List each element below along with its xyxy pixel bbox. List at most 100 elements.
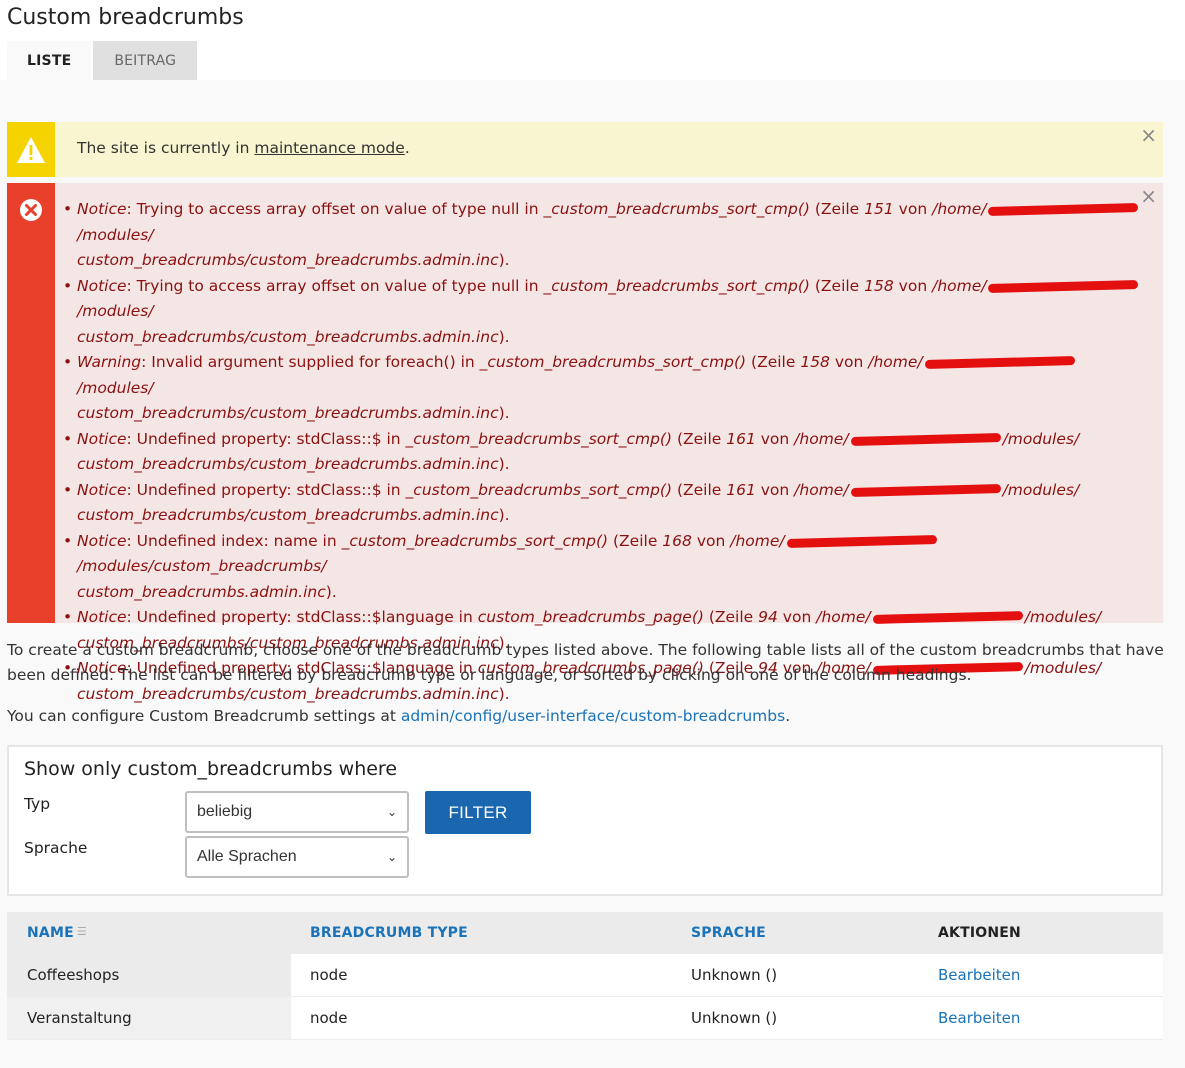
maintenance-warning: The site is currently in maintenance mod… <box>7 122 1163 177</box>
warning-icon <box>17 136 45 163</box>
error-path-mid: /modules/ <box>77 378 154 397</box>
error-path-start: /home/ <box>794 480 849 499</box>
error-path-end: custom_breadcrumbs/custom_breadcrumbs.ad… <box>77 455 499 473</box>
error-item: Notice: Trying to access array offset on… <box>63 274 1152 351</box>
sprache-select-value: Alle Sprachen <box>197 848 297 865</box>
typ-select-value: beliebig <box>197 803 253 820</box>
error-path-end: custom_breadcrumbs/custom_breadcrumbs.ad… <box>77 251 499 269</box>
redacted-path <box>924 356 1075 369</box>
error-path-start: /home/ <box>794 429 849 448</box>
cell-sprache: Unknown () <box>691 966 778 984</box>
chevron-down-icon: ⌄ <box>386 805 397 819</box>
error-item: Warning: Invalid argument supplied for f… <box>63 350 1152 427</box>
column-header-name[interactable]: Name ☰ <box>27 925 87 941</box>
redacted-path <box>872 611 1023 624</box>
error-path-start: /home/ <box>816 608 871 626</box>
warning-prefix: The site is currently in <box>77 139 255 157</box>
error-function: custom_breadcrumbs_page() <box>477 608 704 626</box>
error-messages: Notice: Trying to access array offset on… <box>7 183 1163 703</box>
error-path-mid: /modules/ <box>1002 429 1080 448</box>
typ-select[interactable]: beliebig ⌄ <box>185 791 409 833</box>
column-header-breadcrumb-type[interactable]: Breadcrumb type <box>310 925 468 941</box>
error-zeile: (Zeile <box>672 429 727 448</box>
error-message: : Trying to access array offset on value… <box>126 200 544 218</box>
bearbeiten-link[interactable]: Bearbeiten <box>938 966 1020 984</box>
error-item: Notice: Undefined property: stdClass::$ … <box>63 427 1152 478</box>
cell-type: node <box>310 1009 348 1027</box>
error-zeile: (Zeile <box>703 608 759 626</box>
warning-icon-bar <box>7 122 55 177</box>
maintenance-mode-link[interactable]: maintenance mode <box>254 139 404 157</box>
column-header-sprache[interactable]: Sprache <box>691 925 766 941</box>
error-line: 158 <box>864 276 894 295</box>
close-icon[interactable]: × <box>1140 186 1157 206</box>
table-header: Name ☰ Breadcrumb type Sprache Aktionen <box>7 912 1163 954</box>
error-path-start: /home/ <box>730 531 785 550</box>
config-prefix: You can configure Custom Breadcrumb sett… <box>7 707 401 725</box>
error-message: : Undefined property: stdClass::$ in <box>126 480 406 499</box>
error-zeile: (Zeile <box>672 480 727 499</box>
redacted-path <box>988 279 1139 293</box>
bearbeiten-link[interactable]: Bearbeiten <box>938 1009 1020 1027</box>
error-path-end: custom_breadcrumbs/custom_breadcrumbs.ad… <box>77 506 499 524</box>
filter-button[interactable]: Filter <box>425 791 531 834</box>
primary-tabs: Liste Beitrag <box>7 41 198 80</box>
error-line: 94 <box>758 608 778 626</box>
error-zeile: (Zeile <box>809 276 865 295</box>
error-function: _custom_breadcrumbs_sort_cmp() <box>543 200 810 218</box>
config-link[interactable]: admin/config/user-interface/custom-bread… <box>401 707 785 725</box>
error-von: von <box>755 480 795 499</box>
error-end: ). <box>498 251 510 269</box>
error-end: ). <box>498 404 510 422</box>
error-type: Warning <box>77 353 142 371</box>
error-type: Notice <box>77 531 127 550</box>
redacted-path <box>786 534 937 548</box>
page-title: Custom breadcrumbs <box>7 5 244 30</box>
close-icon[interactable]: × <box>1140 125 1157 145</box>
error-path-end: custom_breadcrumbs/custom_breadcrumbs.ad… <box>77 404 499 422</box>
redacted-path <box>850 483 1001 497</box>
error-message: : Trying to access array offset on value… <box>126 276 544 295</box>
error-type: Notice <box>77 276 127 295</box>
error-function: _custom_breadcrumbs_sort_cmp() <box>405 480 673 499</box>
table-body: Coffeeshops node Unknown () Bearbeiten Veran… <box>7 954 1163 1040</box>
error-function: _custom_breadcrumbs_sort_cmp() <box>479 353 747 371</box>
redacted-path <box>988 203 1139 216</box>
error-function: _custom_breadcrumbs_sort_cmp() <box>543 276 810 295</box>
error-line: 158 <box>800 353 830 371</box>
error-zeile: (Zeile <box>746 353 801 371</box>
error-type: Notice <box>77 429 127 448</box>
typ-label: Typ <box>24 795 51 813</box>
cell-sprache: Unknown () <box>691 1009 778 1027</box>
error-von: von <box>893 276 933 295</box>
column-header-aktionen: Aktionen <box>938 925 1021 941</box>
error-path-mid: /modules/ <box>77 302 154 320</box>
error-path-mid: /modules/custom_breadcrumbs/ <box>77 557 327 575</box>
filter-form: Show only custom_breadcrumbs where Typ b… <box>7 745 1163 896</box>
error-von: von <box>777 608 817 626</box>
error-line: 161 <box>726 480 756 499</box>
error-type: Notice <box>77 608 127 626</box>
sprache-select[interactable]: Alle Sprachen ⌄ <box>185 836 409 878</box>
error-path-start: /home/ <box>868 353 923 371</box>
error-line: 168 <box>662 531 692 550</box>
error-von: von <box>691 531 731 550</box>
error-message: : Undefined index: name in <box>126 531 342 550</box>
error-icon-bar <box>7 183 55 623</box>
warning-text: The site is currently in maintenance mod… <box>77 139 410 157</box>
tab-beitrag[interactable]: Beitrag <box>93 41 198 80</box>
error-path-end: custom_breadcrumbs.admin.inc <box>77 582 326 601</box>
config-text: You can configure Custom Breadcrumb sett… <box>7 704 790 729</box>
error-icon <box>20 199 42 221</box>
config-suffix: . <box>785 707 791 725</box>
error-path-mid: /modules/ <box>77 225 154 244</box>
error-item: Notice: Undefined property: stdClass::$ … <box>63 478 1152 529</box>
error-end: ). <box>498 327 510 346</box>
breadcrumbs-table: Name ☰ Breadcrumb type Sprache Aktionen C… <box>7 912 1163 1040</box>
error-path-start: /home/ <box>932 200 987 218</box>
chevron-down-icon: ⌄ <box>386 850 397 864</box>
tab-liste[interactable]: Liste <box>7 41 92 80</box>
error-type: Notice <box>77 480 127 499</box>
error-end: ). <box>498 455 510 473</box>
error-zeile: (Zeile <box>608 531 663 550</box>
